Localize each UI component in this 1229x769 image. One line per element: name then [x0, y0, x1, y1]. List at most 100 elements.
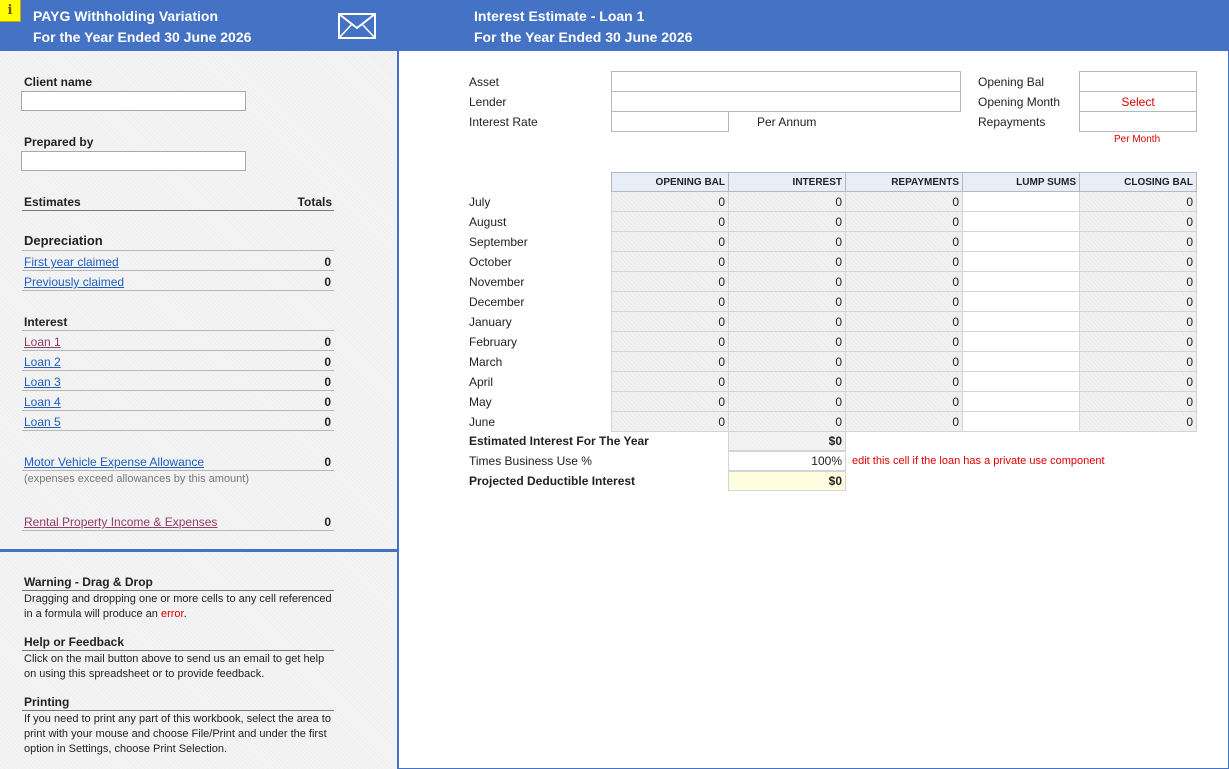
business-use-input[interactable]: 100% [728, 451, 846, 471]
cell-lump[interactable] [962, 391, 1080, 412]
motor-vehicle-note: (expenses exceed allowances by this amou… [24, 473, 250, 485]
cell-opening: 0 [611, 231, 729, 252]
interest-rate-input[interactable] [611, 111, 729, 132]
cell-repayments: 0 [845, 411, 963, 432]
estimates-label: Estimates [24, 195, 81, 209]
rental-property-value: 0 [324, 515, 331, 529]
cell-lump[interactable] [962, 231, 1080, 252]
totals-label: Totals [297, 195, 332, 209]
printing-title: Printing [24, 695, 70, 709]
loan-2-value: 0 [324, 355, 331, 369]
motor-vehicle-link[interactable]: Motor Vehicle Expense Allowance [24, 455, 204, 469]
first-year-claimed-value: 0 [324, 255, 331, 269]
asset-label: Asset [469, 75, 500, 89]
cell-lump[interactable] [962, 251, 1080, 272]
cell-repayments: 0 [845, 231, 963, 252]
asset-input[interactable] [611, 71, 961, 92]
table-row: 0000 [611, 411, 1197, 432]
table-row: 0000 [611, 311, 1197, 332]
motor-vehicle-value: 0 [324, 455, 331, 469]
rental-property-link[interactable]: Rental Property Income & Expenses [24, 515, 217, 529]
loan-5-link[interactable]: Loan 5 [24, 415, 61, 429]
table-row: 0000 [611, 191, 1197, 212]
previously-claimed-link[interactable]: Previously claimed [24, 275, 124, 289]
divider [22, 270, 334, 271]
printing-text: If you need to print any part of this wo… [24, 713, 331, 755]
prepared-by-label: Prepared by [24, 135, 94, 149]
cell-opening: 0 [611, 271, 729, 292]
warning-title: Warning - Drag & Drop [24, 575, 153, 589]
cell-closing: 0 [1079, 191, 1197, 212]
cell-lump[interactable] [962, 351, 1080, 372]
cell-opening: 0 [611, 291, 729, 312]
cell-interest: 0 [728, 231, 846, 252]
loan-1-link[interactable]: Loan 1 [24, 335, 61, 349]
cell-lump[interactable] [962, 291, 1080, 312]
loan-3-link[interactable]: Loan 3 [24, 375, 61, 389]
table-row: 0000 [611, 331, 1197, 352]
cell-opening: 0 [611, 331, 729, 352]
cell-lump[interactable] [962, 311, 1080, 332]
right-header: Interest Estimate - Loan 1 For the Year … [399, 0, 1229, 51]
projected-interest-value: $0 [728, 471, 846, 491]
loan-estimate-body: Asset Lender Interest Rate Per Annum Ope… [399, 51, 1229, 769]
cell-closing: 0 [1079, 311, 1197, 332]
opening-month-select[interactable]: Select [1079, 91, 1197, 112]
first-year-claimed-link[interactable]: First year claimed [24, 255, 119, 269]
left-header: i PAYG Withholding Variation For the Yea… [0, 0, 397, 51]
per-annum-label: Per Annum [757, 115, 817, 129]
cell-lump[interactable] [962, 371, 1080, 392]
cell-closing: 0 [1079, 371, 1197, 392]
help-panel: Warning - Drag & Drop Dragging and dropp… [0, 552, 397, 769]
lender-label: Lender [469, 95, 507, 109]
estimated-interest-label: Estimated Interest For The Year [469, 434, 649, 448]
loan-subtitle: For the Year Ended 30 June 2026 [474, 29, 693, 45]
cell-opening: 0 [611, 411, 729, 432]
estimates-panel: Client name Prepared by Estimates Totals… [0, 51, 397, 549]
repayments-label: Repayments [978, 115, 1046, 129]
mail-icon[interactable] [335, 8, 379, 44]
month-label: July [469, 195, 491, 209]
divider [22, 250, 334, 251]
month-label: March [469, 355, 503, 369]
col-lump-sums: LUMP SUMS [962, 172, 1080, 192]
divider [22, 390, 334, 391]
opening-bal-input[interactable] [1079, 71, 1197, 92]
cell-closing: 0 [1079, 351, 1197, 372]
repayments-input[interactable] [1079, 111, 1197, 132]
cell-lump[interactable] [962, 411, 1080, 432]
cell-closing: 0 [1079, 211, 1197, 232]
prepared-by-input[interactable] [21, 151, 246, 171]
loan-2-link[interactable]: Loan 2 [24, 355, 61, 369]
interest-rate-label: Interest Rate [469, 115, 538, 129]
cell-lump[interactable] [962, 211, 1080, 232]
table-row: 0000 [611, 291, 1197, 312]
cell-interest: 0 [728, 371, 846, 392]
divider [22, 410, 334, 411]
cell-repayments: 0 [845, 391, 963, 412]
table-row: 0000 [611, 231, 1197, 252]
client-name-input[interactable] [21, 91, 246, 111]
estimated-interest-value: $0 [728, 431, 846, 451]
cell-interest: 0 [728, 271, 846, 292]
lender-input[interactable] [611, 91, 961, 112]
cell-interest: 0 [728, 351, 846, 372]
month-label: January [469, 315, 512, 329]
depreciation-heading: Depreciation [24, 233, 103, 248]
cell-lump[interactable] [962, 271, 1080, 292]
loan-4-link[interactable]: Loan 4 [24, 395, 61, 409]
divider [22, 370, 334, 371]
opening-month-value: Select [1121, 95, 1155, 109]
divider [22, 470, 334, 471]
cell-lump[interactable] [962, 331, 1080, 352]
info-icon[interactable]: i [0, 0, 21, 22]
table-header-row: OPENING BAL INTEREST REPAYMENTS LUMP SUM… [611, 172, 1197, 192]
loan-1-value: 0 [324, 335, 331, 349]
col-closing-bal: CLOSING BAL [1079, 172, 1197, 192]
cell-repayments: 0 [845, 351, 963, 372]
month-label: February [469, 335, 518, 349]
cell-lump[interactable] [962, 191, 1080, 212]
feedback-text: Click on the mail button above to send u… [24, 653, 325, 680]
divider [22, 710, 334, 711]
month-label: November [469, 275, 525, 289]
